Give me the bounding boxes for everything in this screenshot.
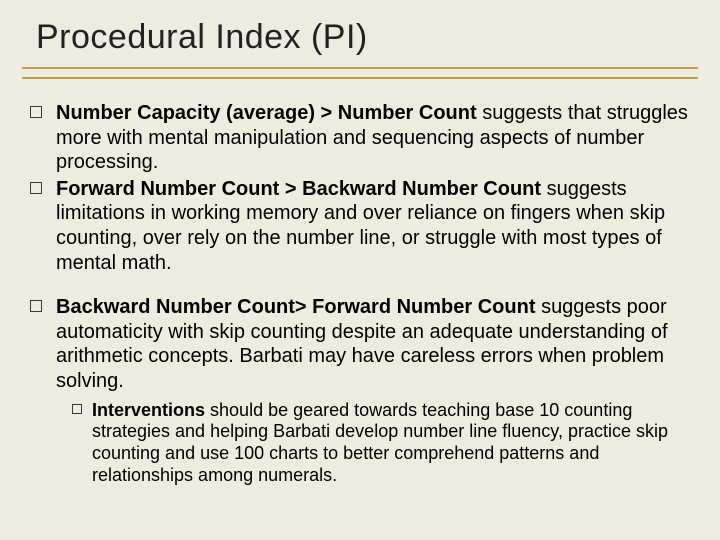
bullet-bold: Backward Number Count> Forward Number Co… [56,296,541,318]
sub-bullet-bold: Interventions [92,400,210,420]
bullet-item: Backward Number Count> Forward Number Co… [30,295,690,393]
slide-title: Procedural Index (PI) [0,0,720,63]
square-bullet-icon [30,106,42,118]
square-bullet-icon [72,404,82,414]
sub-bullet-item: Interventions should be geared towards t… [30,400,690,488]
square-bullet-icon [30,300,42,312]
square-bullet-icon [30,182,42,194]
slide-body: Number Capacity (average) > Number Count… [0,79,720,487]
bullet-item: Number Capacity (average) > Number Count… [30,101,690,175]
bullet-bold: Forward Number Count > Backward Number C… [56,178,547,200]
title-divider [22,67,698,79]
bullet-text: Forward Number Count > Backward Number C… [56,177,690,275]
bullet-bold: Number Capacity (average) > Number Count [56,102,482,124]
sub-bullet-text: Interventions should be geared towards t… [92,400,690,488]
bullet-text: Number Capacity (average) > Number Count… [56,101,690,175]
bullet-item: Forward Number Count > Backward Number C… [30,177,690,275]
bullet-text: Backward Number Count> Forward Number Co… [56,295,690,393]
